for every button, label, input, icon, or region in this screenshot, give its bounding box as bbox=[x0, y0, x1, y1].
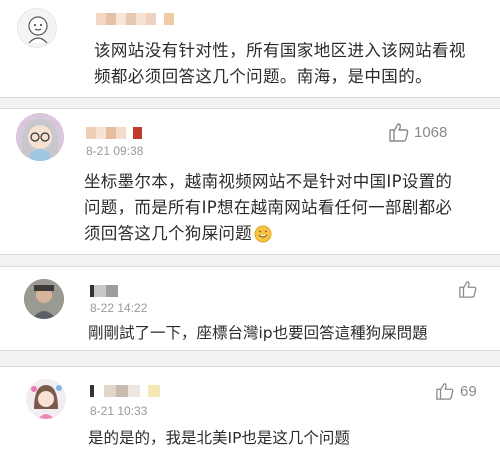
like-count: 69 bbox=[460, 382, 477, 400]
comment-text-line: 须回答这几个狗屎问题 bbox=[84, 224, 252, 243]
comment-time: 8-21 09:38 bbox=[86, 144, 144, 158]
comment-card: 8-21 09:38 1068 坐标墨尔本，越南视频网站不是针对中国IP设置的 … bbox=[0, 108, 500, 255]
comment-text-line: 剛剛試了一下，座標台灣ip也要回答這種狗屎問題 bbox=[88, 324, 428, 342]
comment-text: 该网站没有针对性，所有国家地区进入该网站看视 频都必须回答这几个问题。南海，是中… bbox=[94, 38, 466, 90]
avatar[interactable] bbox=[26, 379, 66, 419]
comment-card: 8-22 14:22 剛剛試了一下，座標台灣ip也要回答這種狗屎問題 bbox=[0, 266, 500, 351]
avatar[interactable] bbox=[16, 113, 64, 161]
thumbs-up-icon bbox=[436, 383, 454, 400]
like-button[interactable]: 1068 bbox=[388, 122, 447, 142]
girl-avatar-icon bbox=[16, 113, 64, 161]
comment-text-line: 坐标墨尔本，越南视频网站不是针对中国IP设置的 bbox=[84, 172, 453, 191]
comment-text-line: 是的是的，我是北美IP也是这几个问题 bbox=[88, 429, 350, 447]
comment-time: 8-21 10:33 bbox=[90, 404, 148, 418]
comment-time: 8-22 14:22 bbox=[90, 301, 148, 315]
avatar[interactable] bbox=[24, 279, 64, 319]
username-mosaic[interactable] bbox=[86, 127, 142, 139]
anime-avatar-icon bbox=[26, 379, 66, 419]
username-mosaic[interactable] bbox=[90, 285, 118, 297]
photo-avatar-icon bbox=[24, 279, 64, 319]
comment-text: 是的是的，我是北美IP也是这几个问题 bbox=[88, 427, 350, 449]
comment-text-line-with-emoji: 须回答这几个狗屎问题 bbox=[84, 221, 452, 247]
card-separator bbox=[0, 98, 500, 108]
like-button[interactable]: 69 bbox=[435, 382, 477, 400]
comment-text: 剛剛試了一下，座標台灣ip也要回答這種狗屎問題 bbox=[88, 322, 428, 344]
cartoon-avatar-icon bbox=[28, 16, 48, 44]
grin-emoji-icon bbox=[254, 225, 272, 243]
username-mosaic[interactable] bbox=[90, 385, 160, 397]
avatar[interactable] bbox=[17, 8, 57, 48]
thumbs-up-icon bbox=[459, 281, 477, 298]
username-mosaic[interactable] bbox=[96, 13, 174, 25]
comment-text-line: 频都必须回答这几个问题。南海，是中国的。 bbox=[94, 67, 432, 86]
card-separator bbox=[0, 351, 500, 366]
comment-text-line: 问题，而是所有IP想在越南网站看任何一部剧都必 bbox=[84, 198, 453, 217]
thumbs-up-icon bbox=[389, 123, 409, 142]
comment-text-line: 该网站没有针对性，所有国家地区进入该网站看视 bbox=[94, 41, 466, 60]
comment-text: 坐标墨尔本，越南视频网站不是针对中国IP设置的 问题，而是所有IP想在越南网站看… bbox=[84, 169, 452, 247]
comment-card: 8-21 10:33 69 是的是的，我是北美IP也是这几个问题 bbox=[0, 366, 500, 451]
like-count: 1068 bbox=[414, 123, 448, 141]
card-separator bbox=[0, 255, 500, 266]
like-button[interactable] bbox=[458, 280, 478, 298]
comment-card: 该网站没有针对性，所有国家地区进入该网站看视 频都必须回答这几个问题。南海，是中… bbox=[0, 0, 500, 98]
